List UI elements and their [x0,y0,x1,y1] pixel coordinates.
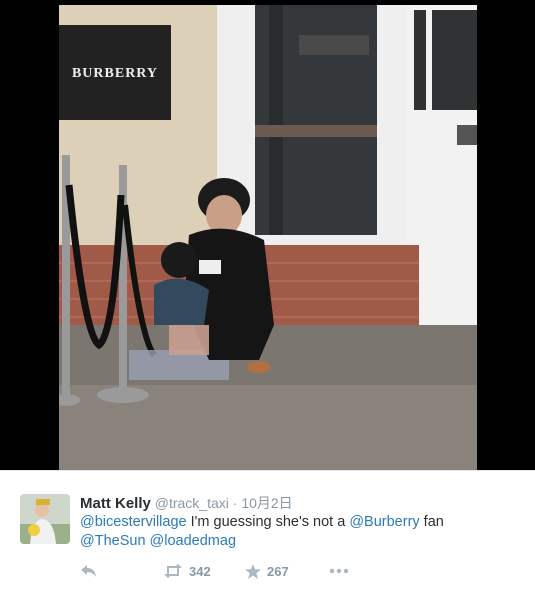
reply-button[interactable] [80,559,98,583]
tweet-photo[interactable]: BURBERRY [59,5,477,470]
retweet-count: 342 [189,563,211,579]
more-icon [329,568,349,574]
retweet-button[interactable]: 342 [163,559,211,583]
mention-loadedmag[interactable]: @loadedmag [150,533,236,549]
star-icon [245,563,261,579]
mention-burberry[interactable]: @Burberry [349,514,419,530]
more-button[interactable] [329,559,349,583]
retweet-icon [164,564,182,578]
tweet-text-segment: fan [419,514,444,530]
tweet-actions: 342 267 [80,559,380,583]
tweet-text: @bicestervillage I'm guessing she's not … [80,513,520,551]
tweet-text-segment: I'm guessing she's not a [186,514,350,530]
tweet-date[interactable]: 10月2日 [241,495,292,511]
mention-bicestervillage[interactable]: @bicestervillage [80,514,187,530]
tweet-header: Matt Kelly @track_taxi · 10月2日 [80,493,293,513]
mention-thesun[interactable]: @TheSun [80,533,146,549]
avatar-image [20,494,70,544]
reply-icon [81,565,96,577]
favorite-button[interactable]: 267 [245,559,289,583]
burberry-sign-text: BURBERRY [72,66,158,81]
separator-dot: · [232,495,238,511]
photo-frame: BURBERRY [0,0,535,470]
avatar[interactable] [20,494,70,544]
author-handle[interactable]: @track_taxi [155,495,229,511]
author-name[interactable]: Matt Kelly [80,495,151,512]
photo-scene: BURBERRY [59,5,477,470]
tweet-card: Matt Kelly @track_taxi · 10月2日 @bicester… [0,470,535,600]
favorite-count: 267 [267,563,289,579]
